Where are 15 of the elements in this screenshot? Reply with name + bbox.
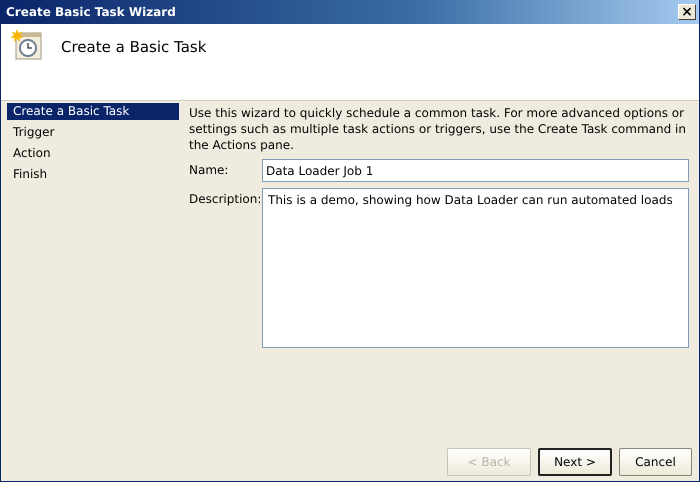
- field-label: Name:: [189, 162, 230, 177]
- wizard-step[interactable]: Create a Basic Task: [7, 103, 179, 120]
- wizard-step[interactable]: Finish: [7, 166, 179, 183]
- next-button[interactable]: Next >: [538, 448, 612, 476]
- intro-text: Use this wizard to quickly schedule a common task. For more advanced options or settings such as multiple task actions or triggers, use the Create Task command in the Actions pane.: [189, 105, 687, 153]
- wizard-step[interactable]: Trigger: [7, 124, 179, 141]
- wizard-step[interactable]: Action: [7, 145, 179, 162]
- cancel-button[interactable]: Cancel: [619, 448, 692, 476]
- header-title: Create a Basic Task: [61, 38, 206, 56]
- window-title: Create Basic Task Wizard: [6, 5, 176, 19]
- field-label: Description:: [189, 191, 262, 206]
- close-button[interactable]: ×: [678, 4, 696, 20]
- scheduled-task-icon: [9, 28, 43, 62]
- description-field[interactable]: This is a demo, showing how Data Loader can run automated loads: [262, 188, 689, 348]
- name-field[interactable]: Data Loader Job 1: [262, 159, 689, 182]
